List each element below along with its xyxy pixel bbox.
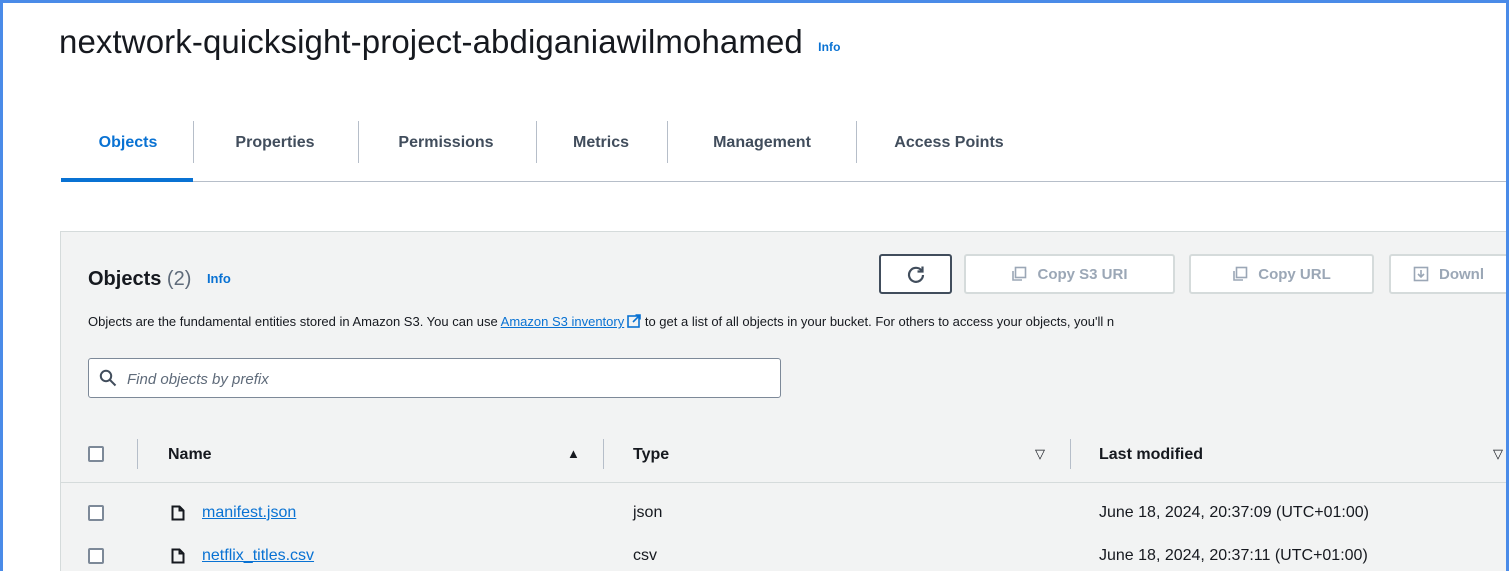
- description-text-end: to get a list of all objects in your buc…: [641, 314, 1115, 329]
- copy-url-button[interactable]: Copy URL: [1189, 254, 1374, 294]
- description-text-start: Objects are the fundamental entities sto…: [88, 314, 501, 329]
- object-last-modified: June 18, 2024, 20:37:09 (UTC+01:00): [1099, 504, 1369, 521]
- object-type: csv: [633, 547, 657, 564]
- column-header-type[interactable]: Type: [633, 427, 669, 482]
- active-tab-indicator: [61, 178, 193, 182]
- copy-icon: [1233, 266, 1248, 281]
- column-divider: [603, 439, 604, 469]
- tab-divider: [358, 121, 359, 163]
- tab-permissions[interactable]: Permissions: [381, 119, 511, 167]
- tab-metrics[interactable]: Metrics: [559, 119, 643, 167]
- copy-s3-uri-button[interactable]: Copy S3 URI: [964, 254, 1175, 294]
- object-link[interactable]: netflix_titles.csv: [202, 547, 314, 564]
- s3-inventory-link[interactable]: Amazon S3 inventory: [501, 314, 625, 329]
- tab-management[interactable]: Management: [691, 119, 833, 167]
- table-header: Name ▲ Type ▽ Last modified ▽: [61, 427, 1506, 483]
- tab-properties[interactable]: Properties: [217, 119, 333, 167]
- column-header-name[interactable]: Name: [168, 427, 212, 482]
- copy-url-label: Copy URL: [1258, 265, 1331, 283]
- title-info-link[interactable]: Info: [818, 40, 840, 54]
- row-checkbox[interactable]: [88, 548, 104, 564]
- objects-title: Objects: [88, 268, 162, 290]
- objects-info-link[interactable]: Info: [207, 271, 231, 286]
- sort-ascending-icon[interactable]: ▲: [567, 446, 580, 461]
- column-header-last-modified[interactable]: Last modified: [1099, 427, 1203, 482]
- objects-panel: Objects (2) Info Copy S3 URI Copy URL Do…: [60, 231, 1506, 571]
- column-divider: [137, 439, 138, 469]
- copy-s3-uri-label: Copy S3 URI: [1037, 265, 1128, 283]
- page-title: nextwork-quicksight-project-abdiganiawil…: [59, 23, 841, 61]
- bucket-name: nextwork-quicksight-project-abdiganiawil…: [59, 23, 803, 60]
- file-icon: [171, 505, 185, 521]
- sort-descending-icon[interactable]: ▽: [1035, 446, 1045, 462]
- tab-objects[interactable]: Objects: [83, 119, 173, 167]
- tab-divider: [856, 121, 857, 163]
- object-last-modified: June 18, 2024, 20:37:11 (UTC+01:00): [1099, 547, 1368, 564]
- copy-icon: [1012, 266, 1027, 281]
- sort-descending-icon[interactable]: ▽: [1493, 446, 1503, 462]
- download-label: Downl: [1439, 265, 1484, 283]
- download-icon: [1413, 266, 1429, 282]
- object-type: json: [633, 504, 663, 521]
- screenshot-frame: nextwork-quicksight-project-abdiganiawil…: [0, 0, 1509, 571]
- tab-divider: [667, 121, 668, 163]
- tab-divider: [536, 121, 537, 163]
- search-icon: [99, 369, 117, 387]
- tab-divider: [193, 121, 194, 163]
- table-row: manifest.json json June 18, 2024, 20:37:…: [61, 494, 1506, 531]
- row-checkbox[interactable]: [88, 505, 104, 521]
- refresh-button[interactable]: [879, 254, 952, 294]
- bucket-tabs: Objects Properties Permissions Metrics M…: [61, 119, 1506, 182]
- file-icon: [171, 548, 185, 564]
- download-button[interactable]: Downl: [1389, 254, 1506, 294]
- refresh-icon: [907, 266, 924, 283]
- column-divider: [1070, 439, 1071, 469]
- external-link-icon: [627, 314, 642, 328]
- tab-access-points[interactable]: Access Points: [879, 119, 1019, 167]
- objects-heading: Objects (2) Info: [88, 268, 231, 291]
- table-row: netflix_titles.csv csv June 18, 2024, 20…: [61, 537, 1506, 571]
- objects-count: (2): [166, 268, 192, 290]
- object-link[interactable]: manifest.json: [202, 504, 296, 521]
- search-input[interactable]: [125, 359, 769, 399]
- objects-description: Objects are the fundamental entities sto…: [88, 314, 1114, 329]
- search-box: [88, 358, 781, 399]
- select-all-checkbox[interactable]: [88, 446, 104, 462]
